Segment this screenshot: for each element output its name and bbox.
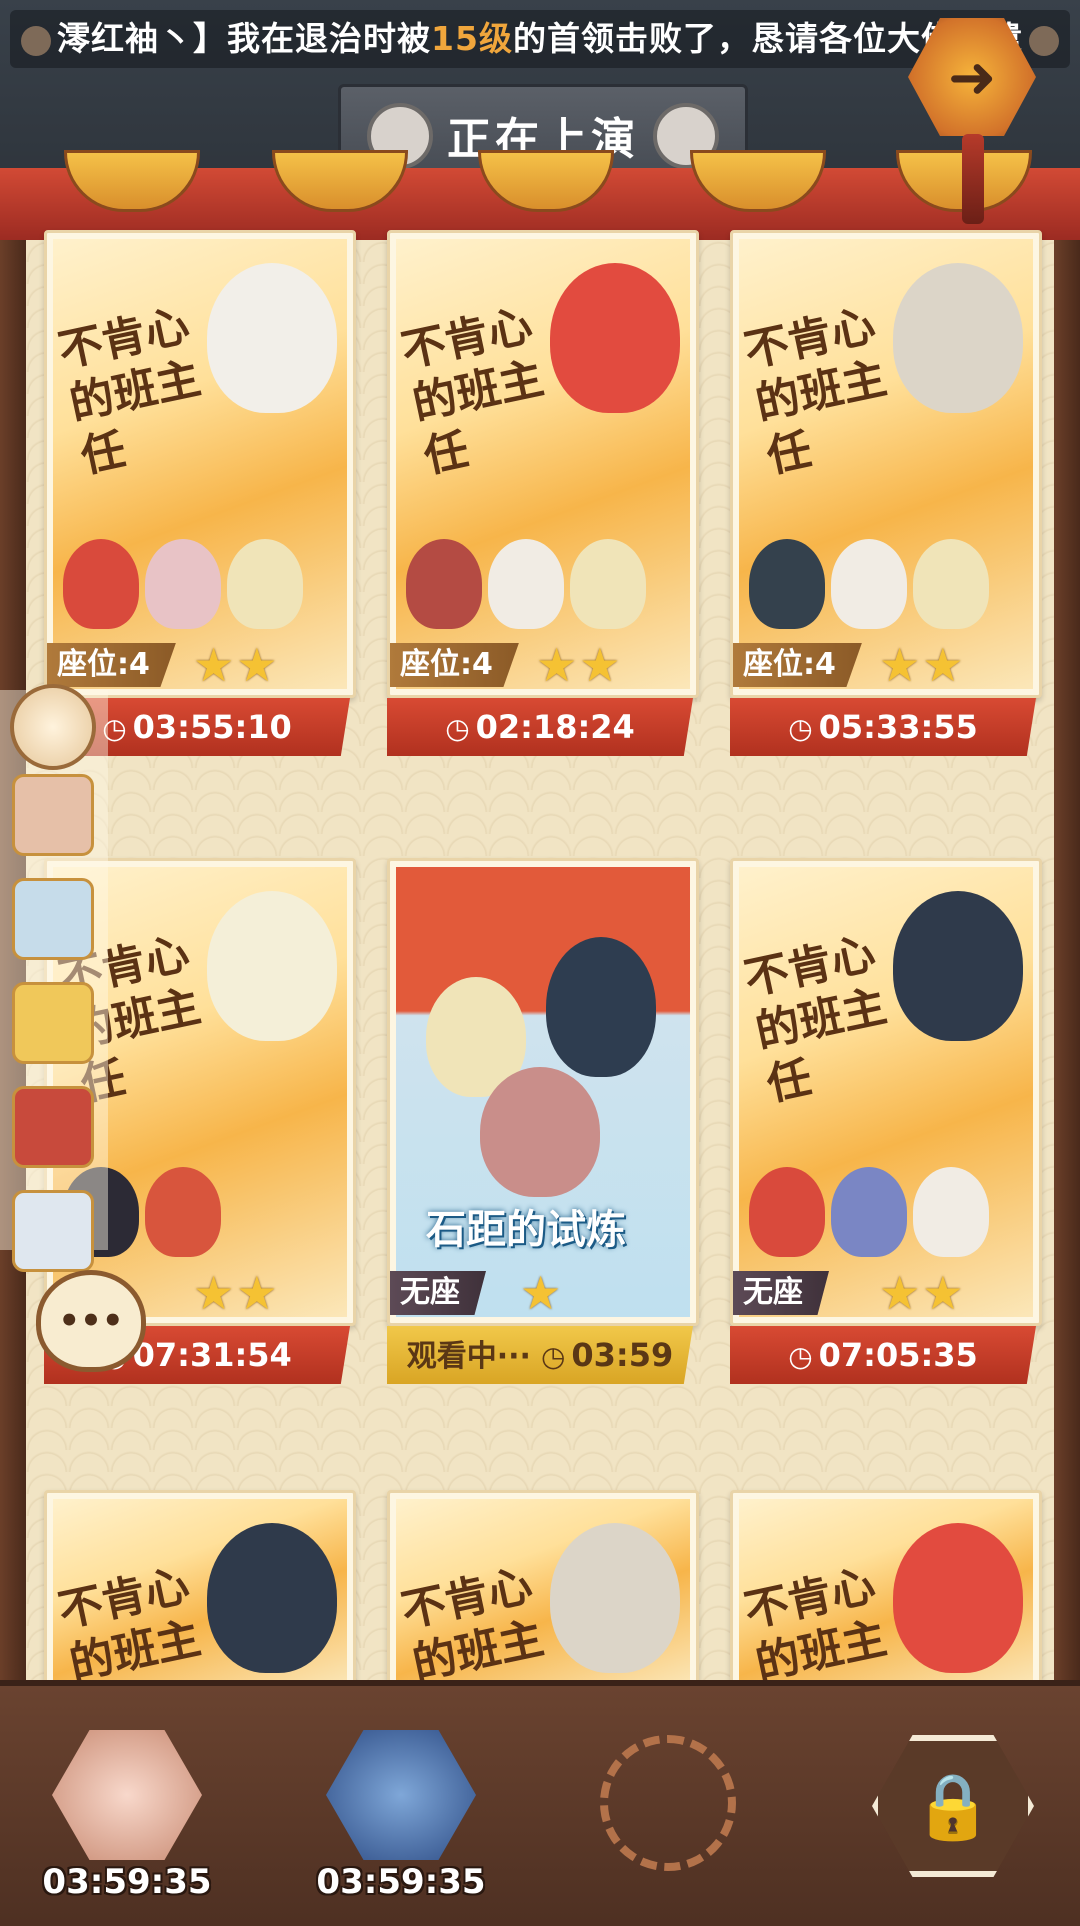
clock-icon: ◷ bbox=[445, 712, 470, 745]
show-card[interactable]: 不肯心的班主任 bbox=[387, 1490, 699, 1696]
character-art bbox=[207, 263, 337, 413]
dock-avatar[interactable] bbox=[12, 982, 94, 1064]
show-card[interactable]: 不肯心的班主任 bbox=[730, 1490, 1042, 1696]
menu-icon: ••• bbox=[58, 1301, 124, 1341]
show-card[interactable]: 不肯心的班主任 座位:4 ★ ★ bbox=[730, 230, 1042, 698]
card-art: 不肯心的班主任 bbox=[739, 1499, 1033, 1693]
timer-text: 02:18:24 bbox=[475, 708, 635, 746]
watching-timer-bar: 观看中··· ◷ 03:59 bbox=[387, 1326, 693, 1384]
star-icon: ★ bbox=[193, 1266, 235, 1320]
character-art bbox=[893, 263, 1023, 413]
slot-timer: 03:59:35 bbox=[42, 1862, 212, 1902]
star-rating: ★ ★ bbox=[536, 641, 621, 689]
star-icon: ★ bbox=[579, 638, 621, 692]
dock-avatar[interactable] bbox=[12, 1086, 94, 1168]
card-art: 不肯心的班主任 bbox=[53, 239, 347, 689]
character-art bbox=[207, 1523, 337, 1673]
character-art bbox=[480, 1067, 600, 1197]
seat-label: 座位:4 bbox=[47, 643, 176, 687]
timer-text: 07:05:35 bbox=[818, 1336, 978, 1374]
show-card[interactable]: 不肯心的班主任 座位:4 ★ ★ bbox=[387, 230, 699, 698]
lock-icon: 🔒 bbox=[913, 1769, 993, 1844]
character-art bbox=[893, 1523, 1023, 1673]
seat-label: 座位:4 bbox=[733, 643, 862, 687]
timer-text: 07:31:54 bbox=[132, 1336, 292, 1374]
star-icon: ★ bbox=[236, 638, 278, 692]
star-icon: ★ bbox=[922, 638, 964, 692]
flower-icon bbox=[21, 25, 52, 56]
star-rating: ★ bbox=[520, 1269, 561, 1317]
star-rating: ★ ★ bbox=[879, 1269, 964, 1317]
side-dock bbox=[0, 690, 108, 1272]
star-icon: ★ bbox=[520, 1266, 562, 1320]
star-icon: ★ bbox=[536, 638, 578, 692]
star-icon: ★ bbox=[879, 1266, 921, 1320]
star-icon: ★ bbox=[193, 638, 235, 692]
show-card[interactable]: 不肯心的班主任 无座 ★ ★ bbox=[730, 858, 1042, 1326]
timer-bar: ◷ 02:18:24 bbox=[387, 698, 693, 756]
card-art-title: 不肯心的班主任 bbox=[54, 1559, 205, 1693]
card-art: 不肯心的班主任 bbox=[739, 867, 1033, 1317]
star-rating: ★ ★ bbox=[193, 1269, 278, 1317]
star-icon: ★ bbox=[236, 1266, 278, 1320]
character-art bbox=[893, 891, 1023, 1041]
frame-right bbox=[1054, 240, 1080, 1680]
character-group bbox=[63, 539, 303, 629]
seat-label: 座位:4 bbox=[390, 643, 519, 687]
clock-icon: ◷ bbox=[788, 1340, 813, 1373]
card-art: 不肯心的班主任 bbox=[739, 239, 1033, 689]
timer-bar: ◷ 07:05:35 bbox=[730, 1326, 1036, 1384]
dock-avatar[interactable] bbox=[12, 1190, 94, 1272]
show-card-watching[interactable]: 石距的试炼 无座 ★ bbox=[387, 858, 699, 1326]
character-art bbox=[546, 937, 656, 1077]
announcement-ticker: 澪红袖丶】我在退治时被15级的首领击败了，恳请各位大佬派遣 bbox=[10, 10, 1070, 68]
watching-label: 观看中··· bbox=[406, 1339, 531, 1374]
card-art-title: 不肯心的班主任 bbox=[740, 1559, 891, 1693]
character-group bbox=[749, 539, 989, 629]
card-art: 不肯心的班主任 bbox=[396, 239, 690, 689]
star-icon: ★ bbox=[879, 638, 921, 692]
character-group bbox=[406, 539, 646, 629]
empty-slot[interactable] bbox=[600, 1735, 736, 1871]
ticker-text-prefix: 澪红袖丶】我在退治时被 bbox=[57, 19, 432, 58]
character-art bbox=[207, 891, 337, 1041]
menu-button[interactable]: ••• bbox=[36, 1270, 146, 1372]
card-art-title: 石距的试炼 bbox=[426, 1207, 626, 1253]
clock-icon: ◷ bbox=[788, 712, 813, 745]
show-card[interactable]: 不肯心的班主任 座位:4 ★ ★ bbox=[44, 230, 356, 698]
flower-icon bbox=[1028, 25, 1059, 56]
card-art-title: 不肯心的班主任 bbox=[397, 1559, 548, 1693]
card-art: 石距的试炼 bbox=[396, 867, 690, 1317]
seat-label: 无座 bbox=[390, 1271, 486, 1315]
hammer-icon[interactable] bbox=[10, 684, 96, 770]
star-icon: ★ bbox=[922, 1266, 964, 1320]
card-art: 不肯心的班主任 bbox=[396, 1499, 690, 1693]
dock-avatar[interactable] bbox=[12, 878, 94, 960]
slot-timer: 03:59:35 bbox=[316, 1862, 486, 1902]
tassel-decoration bbox=[962, 134, 984, 224]
timer-text: 05:33:55 bbox=[818, 708, 978, 746]
show-card[interactable]: 不肯心的班主任 bbox=[44, 1490, 356, 1696]
timer-bar: ◷ 05:33:55 bbox=[730, 698, 1036, 756]
star-rating: ★ ★ bbox=[879, 641, 964, 689]
clock-icon: ◷ bbox=[540, 1340, 566, 1373]
timer-text: 03:55:10 bbox=[132, 708, 292, 746]
character-art bbox=[550, 263, 680, 413]
character-group bbox=[749, 1167, 989, 1257]
seat-label: 无座 bbox=[733, 1271, 829, 1315]
star-rating: ★ ★ bbox=[193, 641, 278, 689]
timer-text: 03:59 bbox=[571, 1336, 674, 1374]
exit-icon: ➜ bbox=[947, 43, 997, 111]
dock-avatar[interactable] bbox=[12, 774, 94, 856]
card-art: 不肯心的班主任 bbox=[53, 1499, 347, 1693]
ticker-text-highlight: 15级 bbox=[431, 19, 513, 58]
character-art bbox=[550, 1523, 680, 1673]
show-board: 不肯心的班主任 座位:4 ★ ★ ◷ 03:55:10 不肯心的班主任 座位:4 ★… bbox=[26, 230, 1054, 1696]
